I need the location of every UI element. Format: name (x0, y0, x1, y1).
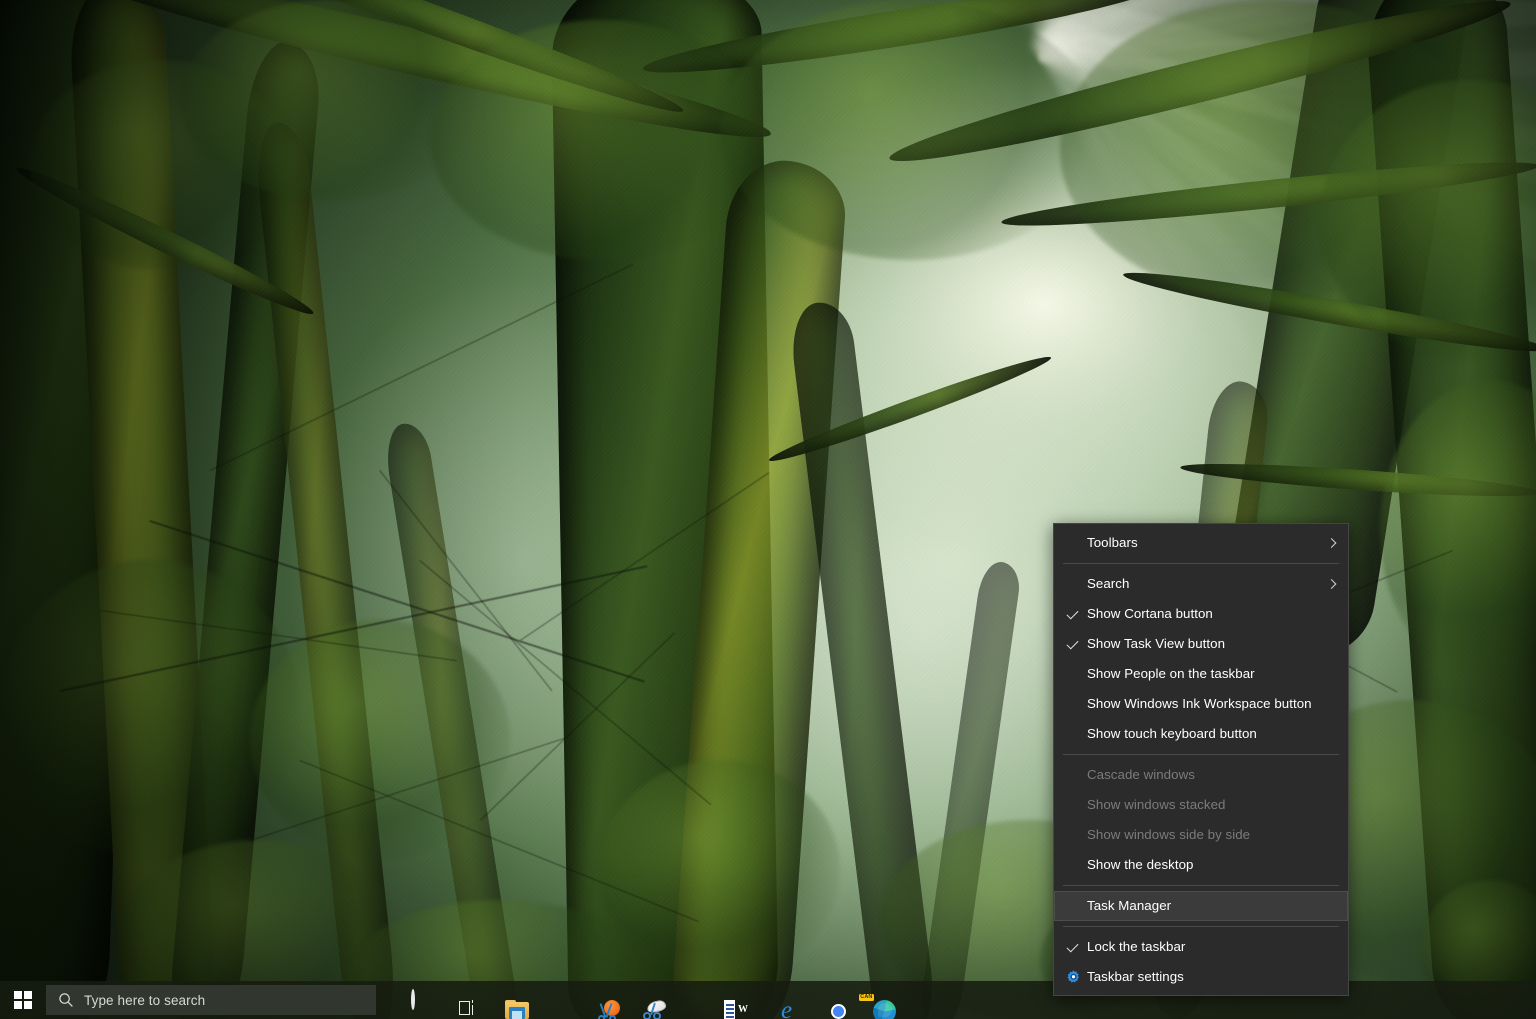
chevron-right-icon (1326, 538, 1337, 548)
menu-item-label: Show touch keyboard button (1087, 726, 1257, 742)
menu-item-ink[interactable]: Show Windows Ink Workspace button (1054, 689, 1348, 719)
menu-item-taskview[interactable]: Show Task View button (1054, 629, 1348, 659)
taskbar-button-chrome[interactable] (804, 981, 850, 1019)
menu-item-search[interactable]: Search (1054, 569, 1348, 599)
taskbar-button-firefox[interactable] (528, 981, 574, 1019)
taskbar-button-opera[interactable] (666, 981, 712, 1019)
menu-separator (1063, 926, 1339, 927)
menu-item-toolbars[interactable]: Toolbars (1054, 528, 1348, 558)
menu-item-label: Show the desktop (1087, 857, 1194, 873)
menu-item-label: Show Windows Ink Workspace button (1087, 696, 1312, 712)
menu-item-label: Task Manager (1087, 898, 1172, 914)
desktop-screen: Toolbars Search Show Cortana button Show Ta… (0, 0, 1536, 1019)
menu-item-label: Search (1087, 576, 1130, 592)
menu-item-label: Taskbar settings (1087, 969, 1184, 985)
taskbar-button-word[interactable]: W (712, 981, 758, 1019)
menu-separator (1063, 885, 1339, 886)
menu-item-label: Show Task View button (1087, 636, 1226, 652)
menu-item-stacked: Show windows stacked (1054, 790, 1348, 820)
menu-item-locktaskbar[interactable]: Lock the taskbar (1054, 932, 1348, 962)
check-icon (1066, 940, 1079, 953)
search-icon (58, 992, 74, 1008)
windows-logo-icon (14, 991, 32, 1009)
taskbar-context-menu[interactable]: Toolbars Search Show Cortana button Show Ta… (1053, 523, 1349, 996)
menu-item-people[interactable]: Show People on the taskbar (1054, 659, 1348, 689)
menu-item-label: Show windows side by side (1087, 827, 1251, 843)
menu-item-label: Show windows stacked (1087, 797, 1226, 813)
check-icon (1066, 637, 1079, 650)
taskbar-button-snipping-tool[interactable] (620, 981, 667, 1019)
menu-item-cascade: Cascade windows (1054, 760, 1348, 790)
search-input[interactable]: Type here to search (46, 985, 376, 1015)
menu-item-label: Show Cortana button (1087, 606, 1213, 622)
menu-item-cortana[interactable]: Show Cortana button (1054, 599, 1348, 629)
search-placeholder-text: Type here to search (84, 992, 206, 1008)
menu-separator (1063, 754, 1339, 755)
menu-item-touchkeyboard[interactable]: Show touch keyboard button (1054, 719, 1348, 749)
menu-item-label: Lock the taskbar (1087, 939, 1186, 955)
taskbar-button-file-explorer[interactable] (482, 981, 529, 1019)
taskbar-button-edge-legacy[interactable]: e (758, 981, 804, 1019)
menu-item-taskmanager[interactable]: Task Manager (1054, 891, 1348, 921)
chevron-right-icon (1326, 579, 1337, 589)
check-icon (1066, 607, 1079, 620)
taskbar-button-edge-canary[interactable]: CAN (850, 981, 896, 1019)
menu-item-label: Toolbars (1087, 535, 1138, 551)
menu-item-label: Show People on the taskbar (1087, 666, 1255, 682)
taskbar-button-snip-sketch[interactable] (574, 981, 620, 1019)
cortana-circle-icon (411, 989, 415, 1010)
menu-item-label: Cascade windows (1087, 767, 1195, 783)
start-button[interactable] (0, 981, 46, 1019)
menu-item-sidebyside: Show windows side by side (1054, 820, 1348, 850)
gear-icon (1066, 970, 1081, 985)
taskbar-app-buttons: We CAN (376, 981, 896, 1019)
taskbar-button-cortana[interactable] (390, 981, 436, 1019)
menu-item-taskbarsettings[interactable]: Taskbar settings (1054, 962, 1348, 992)
taskbar-button-task-view[interactable] (436, 981, 482, 1019)
menu-item-showdesktop[interactable]: Show the desktop (1054, 850, 1348, 880)
menu-separator (1063, 563, 1339, 564)
